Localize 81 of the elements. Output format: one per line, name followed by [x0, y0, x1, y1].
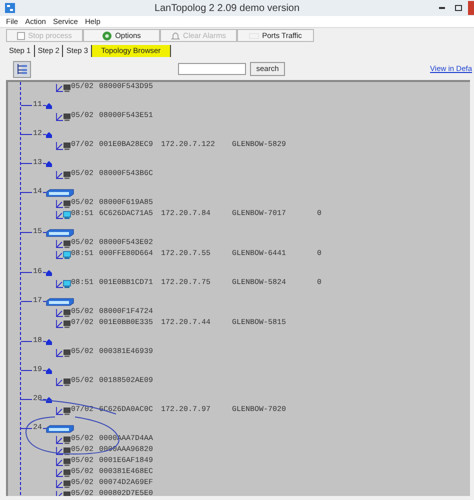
computer-icon — [63, 308, 71, 316]
tree-connector — [56, 200, 63, 208]
tree-connector — [21, 272, 32, 273]
computer-icon — [63, 112, 71, 120]
node-icon — [46, 270, 52, 276]
tree-connector — [56, 436, 63, 444]
tree-connector — [56, 446, 63, 454]
tree-connector — [43, 301, 46, 302]
tree-connector — [21, 428, 32, 429]
tree-connector — [21, 163, 32, 164]
tree-connector — [56, 210, 63, 218]
tree-connector — [56, 458, 63, 466]
tree-connector — [56, 142, 63, 150]
tree-connector — [56, 378, 63, 386]
tree-connector — [43, 192, 46, 193]
computer-icon — [63, 240, 71, 248]
node-icon — [46, 132, 52, 138]
tree-connector — [56, 84, 63, 92]
app-icon — [5, 3, 15, 13]
monitor-icon — [63, 280, 71, 288]
computer-icon — [63, 200, 71, 208]
node-icon — [46, 160, 52, 166]
computer-icon — [63, 406, 71, 414]
computer-icon — [63, 320, 71, 328]
checkbox-icon — [17, 32, 26, 40]
tree-connector — [56, 250, 63, 258]
tree-connector — [21, 134, 32, 135]
tree-connector — [56, 480, 63, 488]
tree-connector — [43, 370, 46, 371]
tree-connector — [43, 272, 46, 273]
monitor-icon — [63, 210, 71, 218]
computer-icon — [63, 84, 71, 92]
tree-connector — [56, 112, 63, 120]
switch-icon — [46, 228, 74, 236]
search-field[interactable] — [178, 63, 246, 75]
tree-connector — [43, 134, 46, 135]
minimize-icon — [439, 7, 445, 9]
computer-icon — [63, 468, 71, 476]
switch-icon — [46, 188, 74, 196]
computer-icon — [63, 142, 71, 150]
tree-connector — [56, 468, 63, 476]
tree-connector — [21, 301, 32, 302]
computer-icon — [63, 170, 71, 178]
tree-view-button[interactable] — [13, 60, 31, 78]
computer-icon — [63, 436, 71, 444]
tree-connector — [21, 192, 32, 193]
bell-icon — [171, 30, 180, 40]
computer-icon — [63, 378, 71, 386]
tree-connector — [56, 308, 63, 316]
switch-icon — [46, 298, 74, 306]
tree-connector — [21, 232, 32, 233]
node-icon — [46, 396, 52, 402]
tree-connector — [21, 370, 32, 371]
tree-connector — [21, 105, 32, 106]
node-icon — [46, 102, 52, 108]
tree-connector — [56, 320, 63, 328]
computer-icon — [63, 458, 71, 466]
tree-icon — [16, 63, 28, 75]
tree-connector — [56, 348, 63, 356]
tree-connector — [56, 170, 63, 178]
tree-connector — [43, 232, 46, 233]
computer-icon — [63, 446, 71, 454]
tree-connector — [43, 399, 46, 400]
gear-icon — [102, 30, 112, 40]
computer-icon — [63, 348, 71, 356]
tree-connector — [56, 406, 63, 414]
node-icon — [46, 368, 52, 374]
tree-connector — [56, 280, 63, 288]
tree-connector — [56, 240, 63, 248]
computer-icon — [63, 480, 71, 488]
tree-connector — [43, 341, 46, 342]
maximize-icon — [455, 5, 462, 11]
tree-connector — [21, 341, 32, 342]
tree-connector — [21, 399, 32, 400]
tree-connector — [43, 105, 46, 106]
window-title: LanTopolog 2 2.09 demo version — [153, 2, 301, 16]
monitor-icon — [63, 250, 71, 258]
switch-icon — [46, 424, 74, 432]
tree-connector — [43, 163, 46, 164]
tree-connector — [43, 428, 46, 429]
node-icon — [46, 338, 52, 344]
